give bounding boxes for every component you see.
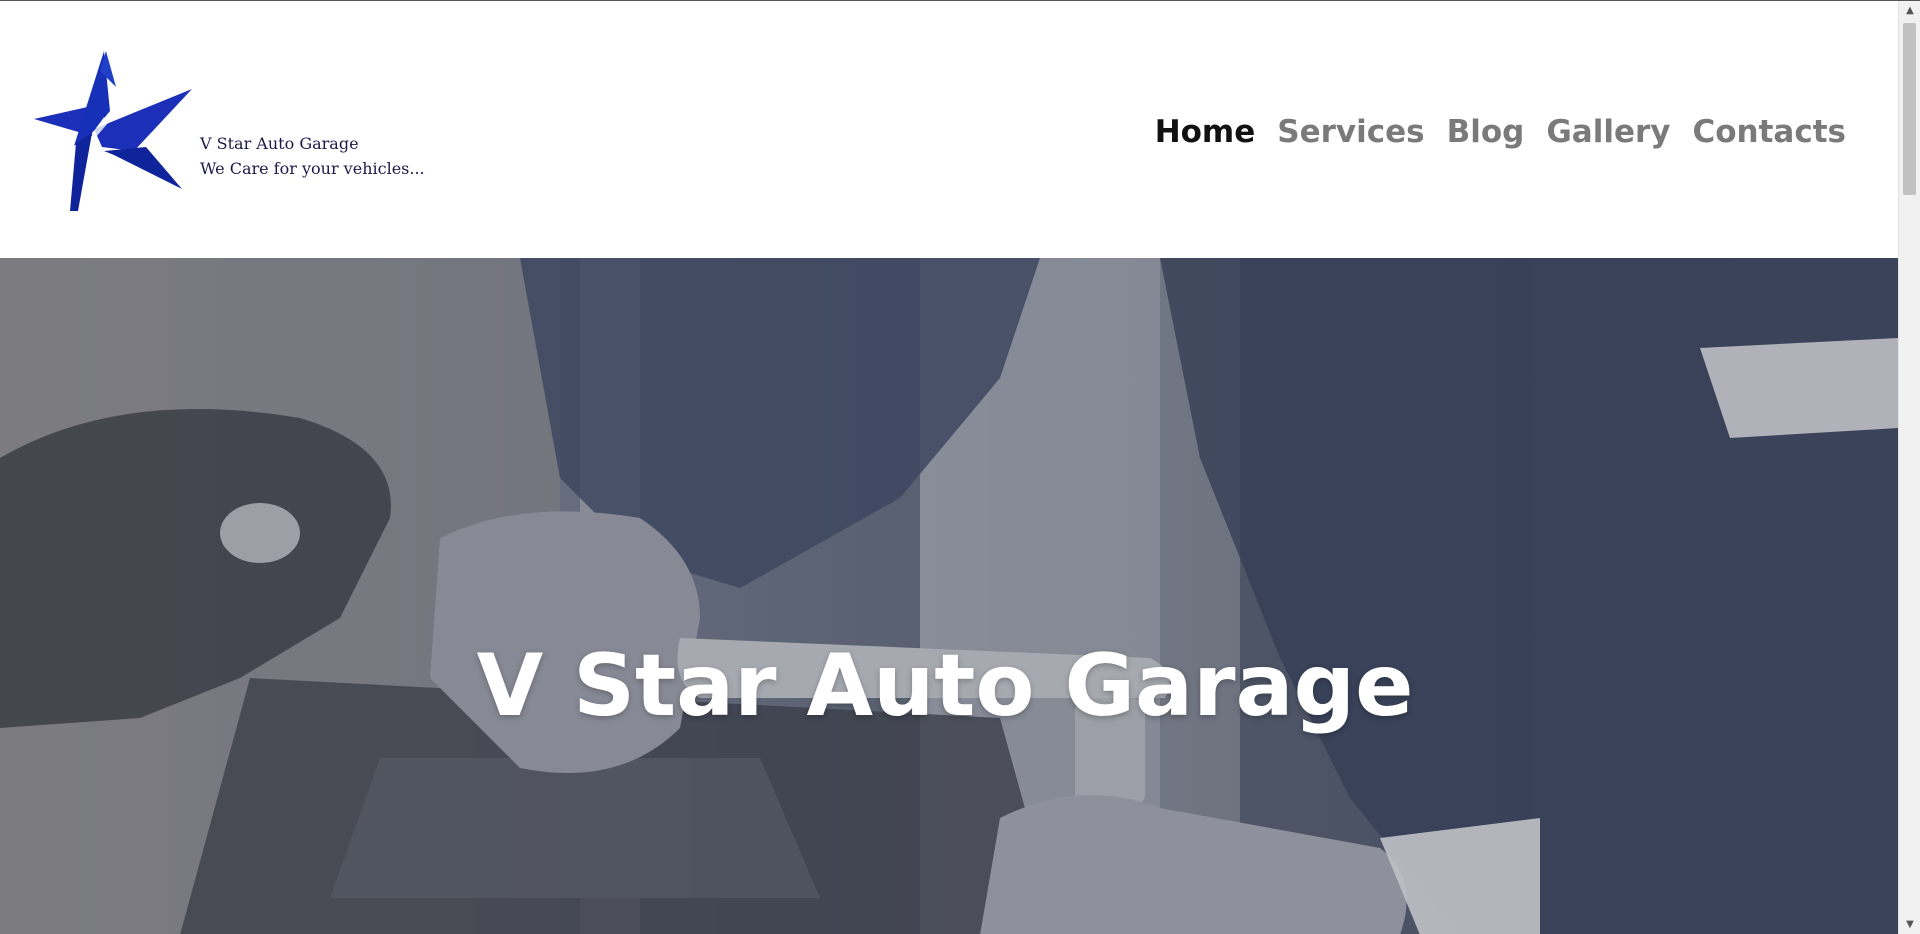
star-logo-icon bbox=[34, 51, 192, 211]
main-nav: Home Services Blog Gallery Contacts bbox=[1155, 107, 1846, 157]
nav-item-services[interactable]: Services bbox=[1277, 107, 1424, 157]
nav-item-home[interactable]: Home bbox=[1155, 107, 1256, 157]
page-scrollbar[interactable]: ▲ ▼ bbox=[1898, 1, 1920, 934]
hero-title: V Star Auto Garage bbox=[476, 635, 1414, 736]
nav-item-blog[interactable]: Blog bbox=[1447, 107, 1525, 157]
nav-item-contacts[interactable]: Contacts bbox=[1692, 107, 1846, 157]
logo-text: V Star Auto Garage We Care for your vehi… bbox=[200, 131, 425, 181]
scroll-up-icon[interactable]: ▲ bbox=[1899, 1, 1920, 21]
hero-overlay bbox=[0, 258, 1898, 934]
hero-banner: V Star Auto Garage bbox=[0, 258, 1898, 934]
logo-tagline: We Care for your vehicles... bbox=[200, 159, 425, 178]
scroll-thumb[interactable] bbox=[1903, 23, 1916, 195]
logo-brand-name: V Star Auto Garage bbox=[200, 134, 359, 153]
site-header: V Star Auto Garage We Care for your vehi… bbox=[0, 1, 1898, 258]
scroll-down-icon[interactable]: ▼ bbox=[1899, 915, 1920, 934]
site-logo[interactable]: V Star Auto Garage We Care for your vehi… bbox=[34, 51, 425, 216]
nav-item-gallery[interactable]: Gallery bbox=[1546, 107, 1670, 157]
page: V Star Auto Garage We Care for your vehi… bbox=[0, 0, 1920, 934]
